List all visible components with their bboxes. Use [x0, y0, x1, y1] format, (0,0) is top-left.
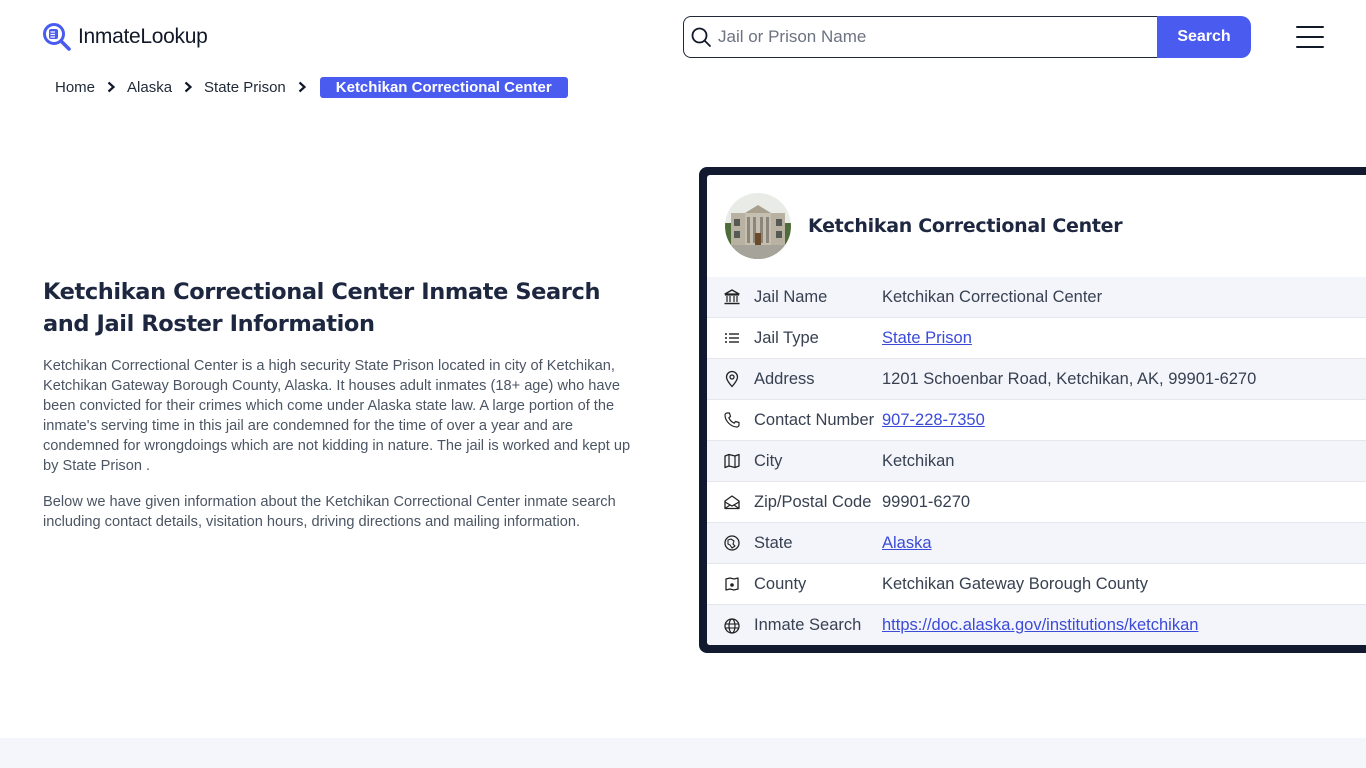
- logo-text: InmateLookup: [78, 25, 208, 48]
- detail-row-county: County Ketchikan Gateway Borough County: [707, 564, 1366, 605]
- detail-value: State Prison: [882, 329, 972, 348]
- menu-line: [1296, 36, 1324, 38]
- detail-row-contact: Contact Number 907-228-7350: [707, 400, 1366, 441]
- mail-open-icon: [724, 495, 740, 510]
- intro-paragraph: Ketchikan Correctional Center is a high …: [43, 358, 631, 474]
- intro-section: Ketchikan Correctional Center Inmate Sea…: [43, 276, 643, 532]
- facility-details-table: Jail Name Ketchikan Correctional Center …: [707, 277, 1366, 645]
- detail-label: Address: [754, 369, 815, 388]
- next-section-background: [0, 738, 1366, 768]
- chevron-right-icon: [298, 81, 306, 93]
- detail-row-city: City Ketchikan: [707, 441, 1366, 482]
- detail-row-jail-name: Jail Name Ketchikan Correctional Center: [707, 277, 1366, 318]
- list-icon: [725, 333, 739, 343]
- detail-label: Jail Type: [754, 328, 819, 347]
- detail-row-zip: Zip/Postal Code 99901-6270: [707, 482, 1366, 523]
- detail-value: 99901-6270: [882, 492, 971, 511]
- breadcrumb-current: Ketchikan Correctional Center: [319, 76, 568, 98]
- detail-value: 907-228-7350: [882, 411, 985, 430]
- facility-card-header: Ketchikan Correctional Center: [707, 175, 1366, 277]
- detail-value: 1201 Schoenbar Road, Ketchikan, AK, 9990…: [882, 369, 1257, 388]
- facility-avatar: [725, 193, 791, 259]
- chevron-right-icon: [184, 81, 193, 93]
- map-pin-icon: [725, 370, 739, 388]
- logo-link[interactable]: InmateLookup: [42, 22, 208, 52]
- detail-value: Ketchikan Gateway Borough County: [882, 574, 1148, 593]
- page-title: Ketchikan Correctional Center Inmate Sea…: [43, 279, 601, 337]
- facility-name: Ketchikan Correctional Center: [808, 215, 1123, 237]
- detail-value: Ketchikan: [882, 451, 955, 470]
- building-photo-icon: [725, 193, 791, 259]
- detail-row-jail-type: Jail Type State Prison: [707, 318, 1366, 359]
- map-marker-square-icon: [725, 577, 739, 591]
- globe-region-icon: [724, 535, 740, 551]
- menu-line: [1296, 26, 1324, 28]
- facility-card-body: Ketchikan Correctional Center Jail Name …: [707, 175, 1366, 645]
- chevron-right-icon: [107, 81, 116, 93]
- map-icon: [724, 453, 740, 469]
- facility-card: Ketchikan Correctional Center Jail Name …: [699, 167, 1366, 653]
- breadcrumb-alaska[interactable]: Alaska: [127, 79, 172, 96]
- detail-label: State: [754, 533, 793, 552]
- detail-label: Inmate Search: [754, 616, 862, 634]
- phone-link[interactable]: 907-228-7350: [882, 411, 985, 429]
- jail-type-link[interactable]: State Prison: [882, 329, 972, 347]
- menu-line: [1296, 46, 1324, 48]
- detail-label: Jail Name: [754, 287, 828, 306]
- search-button[interactable]: Search: [1157, 16, 1251, 58]
- breadcrumb-home[interactable]: Home: [55, 79, 95, 96]
- search-box: [683, 16, 1157, 58]
- intro-paragraph: Below we have given information about th…: [43, 494, 616, 530]
- magnifier-document-icon: [43, 23, 71, 51]
- phone-icon: [724, 412, 740, 428]
- detail-row-address: Address 1201 Schoenbar Road, Ketchikan, …: [707, 359, 1366, 400]
- inmate-search-link[interactable]: https://doc.alaska.gov/institutions/ketc…: [882, 616, 1198, 634]
- globe-icon: [724, 617, 740, 634]
- building-columns-icon: [724, 289, 740, 305]
- search-form: Search: [683, 16, 1251, 58]
- search-input[interactable]: [718, 27, 1157, 47]
- detail-label: City: [754, 451, 783, 470]
- detail-row-inmate-search: Inmate Search https://doc.alaska.gov/ins…: [707, 605, 1366, 645]
- breadcrumb-state-prison[interactable]: State Prison: [204, 79, 286, 96]
- detail-label: County: [754, 574, 807, 593]
- state-link[interactable]: Alaska: [882, 534, 932, 552]
- detail-value: Ketchikan Correctional Center: [882, 287, 1103, 306]
- search-icon: [691, 27, 711, 47]
- detail-row-state: State Alaska: [707, 523, 1366, 564]
- detail-value: Alaska: [882, 534, 932, 553]
- hamburger-menu-icon[interactable]: [1296, 26, 1324, 48]
- detail-label: Contact Number: [754, 410, 875, 429]
- detail-value: https://doc.alaska.gov/institutions/ketc…: [882, 616, 1198, 635]
- detail-label: Zip/Postal Code: [754, 492, 872, 511]
- site-header: InmateLookup Search: [0, 0, 1366, 70]
- breadcrumb: Home Alaska State Prison Ketchikan Corre…: [55, 76, 568, 98]
